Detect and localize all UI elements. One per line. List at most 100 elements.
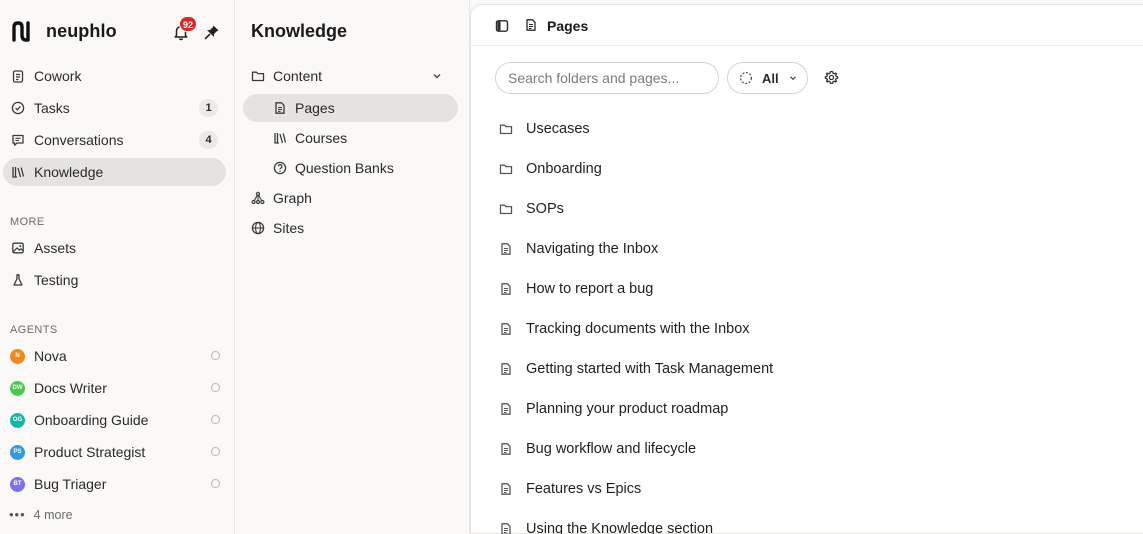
content-section-toggle[interactable]: Content	[251, 62, 461, 90]
list-item-page[interactable]: Using the Knowledge section	[491, 513, 1131, 534]
image-icon	[11, 241, 25, 255]
folder-icon	[499, 162, 513, 176]
dashed-circle-icon	[739, 71, 753, 85]
agent-label: Product Strategist	[34, 444, 146, 460]
chevron-down-icon	[788, 73, 798, 83]
conversations-count-badge: 4	[199, 131, 218, 149]
sidebar: neuphlo 92 Cowork Tasks 1 Conversations …	[0, 0, 235, 534]
avatar: N	[10, 348, 25, 364]
list-item-label: Bug workflow and lifecycle	[526, 441, 697, 457]
chevron-down-icon[interactable]	[431, 70, 443, 82]
list-item-page[interactable]: Getting started with Task Management	[491, 353, 1131, 385]
flask-icon	[11, 273, 25, 287]
avatar: PS	[10, 444, 25, 460]
knowledge-item-label: Question Banks	[295, 160, 394, 176]
knowledge-panel: Knowledge Content Pages Courses Question…	[235, 0, 470, 534]
sidebar-toggle-icon[interactable]	[495, 19, 509, 33]
main-content: Pages All Usecases Onboarding SOPs Navig…	[470, 4, 1143, 534]
sidebar-item-label: Conversations	[34, 132, 124, 148]
neuphlo-logo-icon[interactable]	[11, 20, 31, 42]
folder-icon	[499, 202, 513, 216]
sidebar-item-knowledge[interactable]: Knowledge	[3, 158, 226, 186]
ellipsis-icon: •••	[9, 507, 26, 522]
agent-item-nova[interactable]: N Nova	[3, 342, 226, 370]
sidebar-item-label: Cowork	[34, 68, 82, 84]
sidebar-item-label: Tasks	[34, 100, 70, 116]
knowledge-item-label: Courses	[295, 130, 348, 146]
document-icon	[499, 402, 513, 416]
status-indicator	[211, 479, 220, 488]
list-item-page[interactable]: Features vs Epics	[491, 473, 1131, 505]
agent-item-product-strategist[interactable]: PS Product Strategist	[3, 438, 226, 466]
list-item-folder[interactable]: SOPs	[491, 193, 1131, 225]
avatar: DW	[10, 380, 25, 396]
list-item-page[interactable]: Bug workflow and lifecycle	[491, 433, 1131, 465]
knowledge-item-courses[interactable]: Courses	[273, 124, 453, 152]
knowledge-item-pages[interactable]: Pages	[243, 94, 458, 122]
knowledge-item-graph[interactable]: Graph	[251, 184, 451, 212]
avatar: BT	[10, 476, 25, 492]
list-item-page[interactable]: Navigating the Inbox	[491, 233, 1131, 265]
sidebar-item-label: Testing	[34, 272, 79, 288]
list-item-folder[interactable]: Usecases	[491, 113, 1131, 145]
search-input[interactable]	[495, 62, 719, 94]
agent-label: Docs Writer	[34, 380, 107, 396]
status-indicator	[211, 415, 220, 424]
question-circle-icon	[273, 161, 287, 175]
list-item-page[interactable]: Tracking documents with the Inbox	[491, 313, 1131, 345]
list-item-label: Onboarding	[526, 161, 602, 177]
filter-label: All	[762, 70, 779, 86]
document-icon	[499, 322, 513, 336]
list-item-label: Features vs Epics	[526, 481, 642, 497]
knowledge-title: Knowledge	[251, 21, 348, 41]
library-icon	[11, 165, 25, 179]
document-icon	[499, 522, 513, 534]
library-icon	[273, 131, 287, 145]
graph-icon	[251, 191, 265, 205]
more-agents-link[interactable]: ••• 4 more	[9, 507, 73, 523]
list-item-label: Tracking documents with the Inbox	[526, 321, 750, 337]
sidebar-item-label: Knowledge	[34, 164, 104, 180]
sidebar-item-tasks[interactable]: Tasks 1	[3, 94, 226, 122]
filter-dropdown[interactable]: All	[727, 62, 808, 94]
agent-label: Nova	[34, 348, 67, 364]
content-label: Content	[273, 68, 323, 84]
list-item-label: Using the Knowledge section	[526, 521, 714, 534]
sidebar-item-conversations[interactable]: Conversations 4	[3, 126, 226, 154]
knowledge-item-sites[interactable]: Sites	[251, 214, 451, 242]
list-item-page[interactable]: How to report a bug	[491, 273, 1131, 305]
sidebar-item-cowork[interactable]: Cowork	[3, 62, 226, 90]
page-title: Pages	[547, 18, 589, 34]
knowledge-item-question-banks[interactable]: Question Banks	[273, 154, 453, 182]
agent-label: Onboarding Guide	[34, 412, 149, 428]
status-indicator	[211, 383, 220, 392]
list-item-label: SOPs	[526, 201, 564, 217]
sites-label: Sites	[273, 220, 305, 236]
notification-badge[interactable]: 92	[179, 16, 198, 32]
document-icon	[524, 18, 538, 32]
list-item-label: Getting started with Task Management	[526, 361, 774, 377]
gear-icon[interactable]	[824, 70, 839, 85]
tasks-count-badge: 1	[199, 99, 218, 117]
sidebar-item-label: Assets	[34, 240, 77, 256]
document-icon	[499, 442, 513, 456]
document-icon	[499, 242, 513, 256]
pin-icon[interactable]	[203, 23, 221, 41]
brand-name: neuphlo	[46, 21, 117, 41]
knowledge-item-label: Pages	[295, 100, 335, 116]
graph-label: Graph	[273, 190, 312, 206]
check-circle-icon	[11, 101, 25, 115]
document-icon	[499, 282, 513, 296]
agents-section-label: AGENTS	[10, 324, 58, 336]
list-item-page[interactable]: Planning your product roadmap	[491, 393, 1131, 425]
list-item-folder[interactable]: Onboarding	[491, 153, 1131, 185]
agent-item-onboarding-guide[interactable]: OG Onboarding Guide	[3, 406, 226, 434]
agent-item-docs-writer[interactable]: DW Docs Writer	[3, 374, 226, 402]
sidebar-item-assets[interactable]: Assets	[3, 234, 226, 262]
clipboard-icon	[11, 69, 25, 83]
folder-icon	[499, 122, 513, 136]
avatar: OG	[10, 412, 25, 428]
document-icon	[273, 101, 287, 115]
sidebar-item-testing[interactable]: Testing	[3, 266, 226, 294]
agent-item-bug-triager[interactable]: BT Bug Triager	[3, 470, 226, 498]
